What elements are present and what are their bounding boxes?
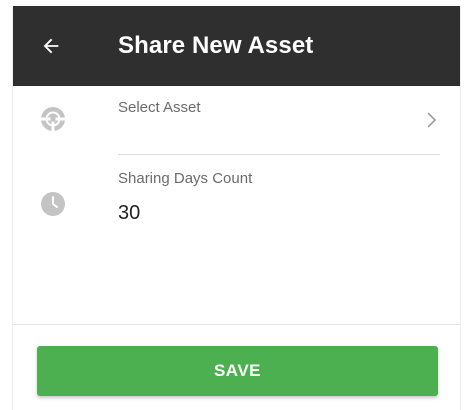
page-title: Share New Asset <box>118 32 314 59</box>
back-button[interactable] <box>35 30 67 62</box>
arrow-left-icon <box>43 38 59 54</box>
save-button[interactable]: SAVE <box>37 346 438 396</box>
field-divider <box>118 154 440 155</box>
chevron-right-icon <box>427 112 437 128</box>
sharing-days-input[interactable]: 30 <box>118 202 140 225</box>
sharing-days-label: Sharing Days Count <box>118 170 253 187</box>
steering-wheel-icon <box>41 107 65 131</box>
select-asset-field[interactable] <box>113 88 443 154</box>
share-asset-screen: Share New Asset Select Asset Sharing Day… <box>12 6 461 410</box>
content-divider <box>13 324 460 325</box>
select-asset-label: Select Asset <box>118 99 201 116</box>
clock-icon <box>41 192 65 216</box>
app-bar: Share New Asset <box>13 6 460 86</box>
